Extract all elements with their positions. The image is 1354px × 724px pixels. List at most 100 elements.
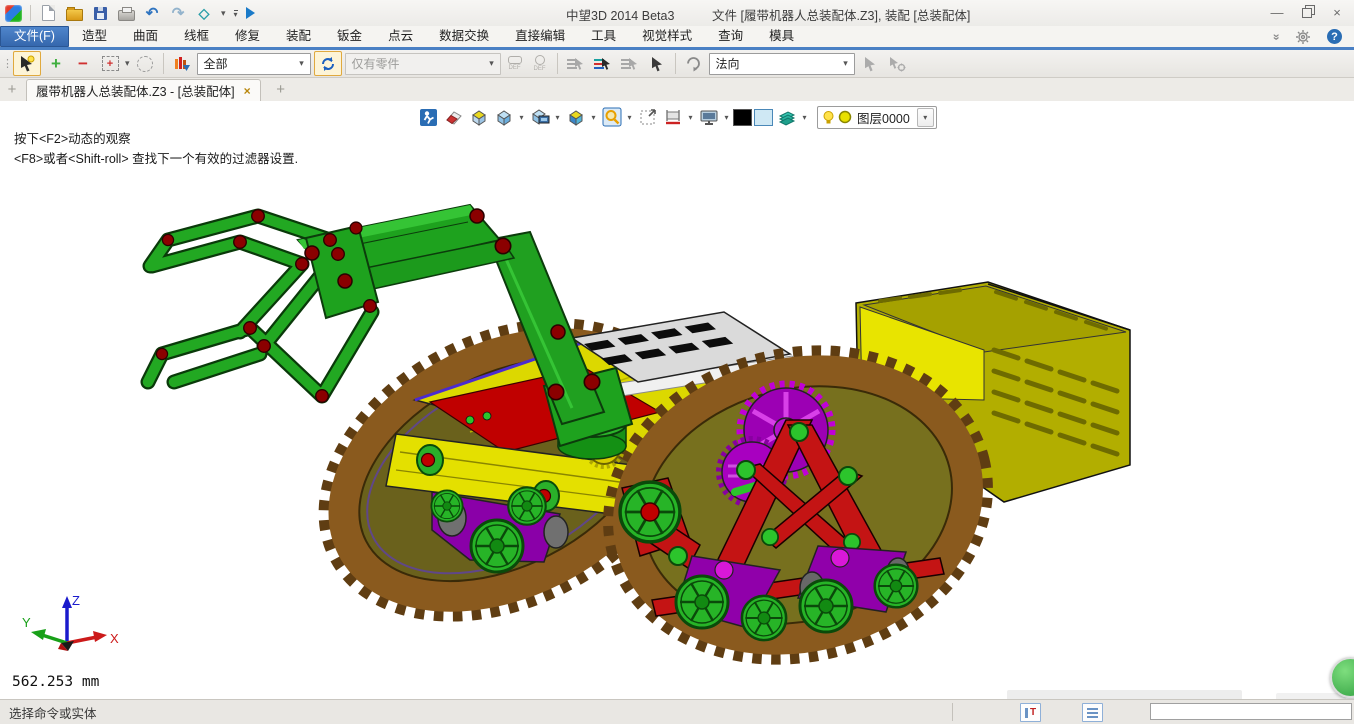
- help-icon[interactable]: ?: [1327, 29, 1342, 44]
- orientation-value: 法向: [716, 55, 740, 72]
- add-to-selection-button[interactable]: +: [44, 52, 68, 75]
- menu-tools[interactable]: 工具: [578, 26, 629, 47]
- minimize-button[interactable]: —: [1270, 6, 1284, 19]
- monitor-icon: [699, 107, 719, 127]
- exit-observe-button[interactable]: [417, 106, 440, 128]
- ribbon-collapse-icon[interactable]: «: [1269, 33, 1283, 40]
- pick-cursor-button[interactable]: [645, 52, 669, 75]
- menu-mold[interactable]: 模具: [756, 26, 807, 47]
- zoom-dropdown[interactable]: ▾: [625, 113, 634, 122]
- assembly-3d-model[interactable]: [0, 101, 1354, 699]
- tab-close-icon[interactable]: ×: [244, 84, 251, 98]
- show-target-button[interactable]: [467, 106, 490, 128]
- layer-dropdown[interactable]: ▾: [917, 108, 934, 127]
- color-filter-button[interactable]: [170, 52, 194, 75]
- view-orient-dropdown[interactable]: ▾: [221, 9, 226, 18]
- axis-x-label: X: [110, 631, 119, 646]
- redo-button[interactable]: ↷: [169, 4, 187, 22]
- active-layer-combo[interactable]: 图层0000 ▾: [817, 106, 937, 129]
- pick-filter-button[interactable]: [13, 51, 41, 76]
- print-button[interactable]: [117, 4, 135, 22]
- app-logo-icon[interactable]: [5, 5, 22, 22]
- zoom-button[interactable]: [600, 106, 623, 128]
- graphics-viewport[interactable]: 按下<F2>动态的观察 <F8>或者<Shift-roll> 查找下一个有效的过…: [0, 101, 1354, 699]
- axis-y-label: Y: [22, 615, 31, 630]
- reorient-button[interactable]: [682, 52, 706, 75]
- printer-icon: [118, 10, 135, 21]
- screen-display-button[interactable]: [697, 106, 720, 128]
- open-file-button[interactable]: [65, 4, 83, 22]
- shade-mode-dropdown[interactable]: ▾: [517, 113, 526, 122]
- save-button[interactable]: [91, 4, 109, 22]
- undo-button[interactable]: ↶: [143, 4, 161, 22]
- background-color-swatch[interactable]: [754, 109, 773, 126]
- eraser-icon: [444, 108, 463, 127]
- chevron-down-icon[interactable]: ▾: [838, 58, 854, 69]
- menu-sheetmetal[interactable]: 钣金: [324, 26, 375, 47]
- layer-manager-button[interactable]: [775, 106, 798, 128]
- customize-qat-button[interactable]: ▾: [234, 10, 238, 17]
- layer-manager-dropdown[interactable]: ▾: [800, 113, 809, 122]
- new-document-tab-button[interactable]: +: [0, 79, 24, 101]
- layers-book-icon: [777, 107, 797, 127]
- toolbar-drag-handle[interactable]: ⋮: [2, 57, 10, 70]
- menu-surface[interactable]: 曲面: [120, 26, 171, 47]
- status-bar: 选择命令或实体 T: [0, 699, 1354, 724]
- open-folder-icon: [66, 9, 83, 21]
- filter-scope-combo[interactable]: 全部 ▾: [197, 53, 311, 75]
- app-title: 中望3D 2014 Beta3: [566, 5, 674, 24]
- tab-assembly-document[interactable]: 履带机器人总装配体.Z3 - [总装配体] ×: [26, 79, 261, 101]
- quick-access-toolbar: ↶ ↷ ◇ ▾ ▾: [0, 4, 255, 22]
- display-toolbar: ▾ ▾ ▾ ▾: [417, 105, 937, 129]
- menu-data-exchange[interactable]: 数据交换: [426, 26, 502, 47]
- display-mode-dropdown[interactable]: ▾: [553, 113, 562, 122]
- separator: [163, 53, 164, 74]
- menu-shape[interactable]: 造型: [69, 26, 120, 47]
- menu-visual-style[interactable]: 视觉样式: [629, 26, 705, 47]
- tab-label: 履带机器人总装配体.Z3 - [总装配体]: [36, 81, 235, 100]
- display-mode-button[interactable]: [528, 106, 551, 128]
- settings-gear-icon[interactable]: [1295, 29, 1311, 45]
- view-orient-button[interactable]: ◇: [195, 4, 213, 22]
- active-layer-value: 图层0000: [855, 108, 912, 127]
- clip-plane-button[interactable]: [661, 106, 684, 128]
- pick-list-filtered-button[interactable]: [591, 52, 615, 75]
- chain-icon: [508, 56, 522, 64]
- pick-from-list-button[interactable]: [314, 51, 342, 76]
- orientation-combo[interactable]: 法向 ▾: [709, 53, 855, 75]
- remove-from-selection-button[interactable]: −: [71, 52, 95, 75]
- new-file-button[interactable]: [39, 4, 57, 22]
- window-pick-dropdown[interactable]: ▾: [125, 59, 130, 68]
- menu-inquire[interactable]: 查询: [705, 26, 756, 47]
- chevron-down-icon[interactable]: ▾: [294, 58, 310, 69]
- window-pick-button[interactable]: +: [98, 52, 122, 75]
- clip-plane-dropdown[interactable]: ▾: [686, 113, 695, 122]
- erase-button[interactable]: [442, 106, 465, 128]
- filter-scope-value: 全部: [204, 55, 228, 72]
- status-input[interactable]: [1150, 703, 1352, 720]
- separator: [952, 703, 953, 721]
- menu-assembly[interactable]: 装配: [273, 26, 324, 47]
- menu-wireframe[interactable]: 线框: [171, 26, 222, 47]
- shade-mode-button[interactable]: [492, 106, 515, 128]
- view-cube-dropdown[interactable]: ▾: [589, 113, 598, 122]
- prompt-toggle-button[interactable]: T: [1020, 703, 1041, 722]
- list-toggle-button[interactable]: [1082, 703, 1103, 722]
- view-cube-button[interactable]: [564, 106, 587, 128]
- add-tab-button[interactable]: +: [269, 79, 293, 101]
- restore-button[interactable]: [1302, 8, 1312, 18]
- text-panel-icon: T: [1025, 708, 1036, 718]
- menu-pointcloud[interactable]: 点云: [375, 26, 426, 47]
- selection-toolbar: ⋮ + − + ▾ 全部 ▾ 仅有零件 ▾ DEF DEF: [0, 50, 1354, 78]
- foreground-color-swatch[interactable]: [733, 109, 752, 126]
- menu-direct-edit[interactable]: 直接编辑: [502, 26, 578, 47]
- zoom-extents-button[interactable]: [636, 106, 659, 128]
- lasso-pick-button[interactable]: [133, 52, 157, 75]
- separator: [30, 5, 31, 21]
- screen-display-dropdown[interactable]: ▾: [722, 113, 731, 122]
- status-prompt: 选择命令或实体: [9, 703, 97, 722]
- menu-repair[interactable]: 修复: [222, 26, 273, 47]
- play-icon[interactable]: [246, 7, 255, 19]
- menu-file[interactable]: 文件(F): [0, 26, 69, 47]
- close-button[interactable]: ×: [1330, 6, 1344, 19]
